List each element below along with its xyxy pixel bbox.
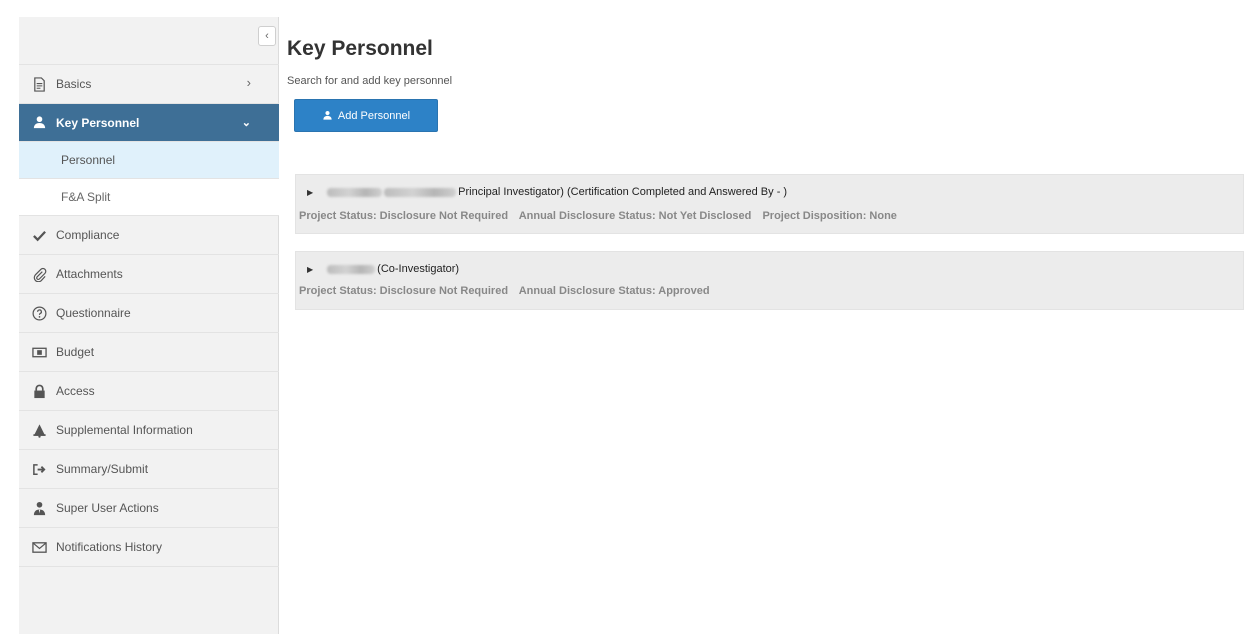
project-disposition: Project Disposition: None: [762, 210, 897, 222]
sidebar-subitem-personnel[interactable]: Personnel: [19, 142, 279, 179]
project-status: Project Status: Disclosure Not Required: [299, 210, 509, 222]
sidebar-item-label: Key Personnel: [56, 115, 140, 130]
sidebar-nav: Basics › Key Personnel ⌄ Personnel F&A S…: [19, 64, 279, 567]
chevron-right-icon: ›: [246, 75, 251, 90]
sidebar-item-notifications-history[interactable]: Notifications History: [19, 528, 279, 567]
sidebar-item-questionnaire[interactable]: Questionnaire: [19, 294, 279, 333]
sidebar-item-label: Compliance: [56, 228, 120, 242]
sidebar-subitem-label: F&A Split: [61, 190, 111, 204]
add-personnel-button[interactable]: Add Personnel: [294, 99, 438, 132]
user-icon: [31, 115, 47, 131]
personnel-header[interactable]: ▶ (Co-Investigator): [307, 263, 459, 275]
sidebar-item-key-personnel[interactable]: Key Personnel ⌄: [19, 104, 279, 142]
sidebar-item-super-user-actions[interactable]: Super User Actions: [19, 489, 279, 528]
sidebar: Basics › Key Personnel ⌄ Personnel F&A S…: [19, 17, 279, 634]
chevron-down-icon: ⌄: [241, 117, 251, 129]
page-title: Key Personnel: [287, 37, 433, 60]
bell-icon: [31, 422, 47, 438]
redacted-name: [327, 264, 376, 274]
paperclip-icon: [31, 266, 47, 282]
sidebar-item-label: Questionnaire: [56, 306, 131, 320]
redacted-name: [327, 187, 383, 197]
sidebar-item-basics[interactable]: Basics ›: [19, 65, 279, 104]
sidebar-subitem-fa-split[interactable]: F&A Split: [19, 179, 279, 216]
expand-caret-icon[interactable]: ▶: [307, 188, 313, 197]
sidebar-item-supplemental-information[interactable]: Supplemental Information: [19, 411, 279, 450]
personnel-role: (Co-Investigator): [377, 263, 460, 275]
sidebar-item-budget[interactable]: Budget: [19, 333, 279, 372]
project-status: Project Status: Disclosure Not Required: [299, 285, 509, 297]
sidebar-collapse-button[interactable]: ‹: [258, 26, 276, 46]
sidebar-item-summary-submit[interactable]: Summary/Submit: [19, 450, 279, 489]
personnel-card: ▶ (Co-Investigator) Project Status: Disc…: [295, 251, 1244, 310]
sidebar-item-label: Attachments: [56, 267, 123, 281]
personnel-card: ▶ Principal Investigator) (Certification…: [295, 174, 1244, 234]
document-icon: [31, 76, 47, 92]
personnel-status-line: Project Status: Disclosure Not Required …: [299, 210, 905, 222]
user-tie-icon: [31, 500, 47, 516]
annual-disclosure-status: Annual Disclosure Status: Not Yet Disclo…: [518, 210, 752, 222]
sidebar-item-attachments[interactable]: Attachments: [19, 255, 279, 294]
app-window: Basics › Key Personnel ⌄ Personnel F&A S…: [0, 0, 1244, 634]
sidebar-item-label: Notifications History: [56, 540, 163, 554]
sidebar-item-label: Super User Actions: [56, 501, 159, 515]
sidebar-item-label: Budget: [56, 345, 95, 359]
personnel-role: Principal Investigator) (Certification C…: [458, 186, 788, 198]
money-icon: [31, 344, 47, 360]
question-circle-icon: [31, 305, 47, 321]
personnel-header[interactable]: ▶ Principal Investigator) (Certification…: [307, 186, 787, 198]
envelope-icon: [31, 539, 47, 555]
sidebar-subitem-label: Personnel: [61, 153, 116, 167]
sidebar-item-label: Basics: [56, 77, 92, 91]
sidebar-item-access[interactable]: Access: [19, 372, 279, 411]
add-personnel-label: Add Personnel: [337, 109, 411, 122]
sign-out-icon: [31, 461, 47, 477]
expand-caret-icon[interactable]: ▶: [307, 265, 313, 274]
page-subtitle: Search for and add key personnel: [287, 75, 453, 87]
annual-disclosure-status: Annual Disclosure Status: Approved: [518, 285, 710, 297]
lock-icon: [31, 383, 47, 399]
personnel-status-line: Project Status: Disclosure Not Required …: [299, 285, 718, 297]
check-icon: [31, 227, 47, 243]
sidebar-item-label: Summary/Submit: [56, 462, 149, 476]
sidebar-item-label: Supplemental Information: [56, 423, 193, 437]
sidebar-item-label: Access: [56, 384, 95, 398]
redacted-name: [384, 187, 457, 197]
sidebar-item-compliance[interactable]: Compliance: [19, 216, 279, 255]
user-icon: [322, 110, 333, 121]
